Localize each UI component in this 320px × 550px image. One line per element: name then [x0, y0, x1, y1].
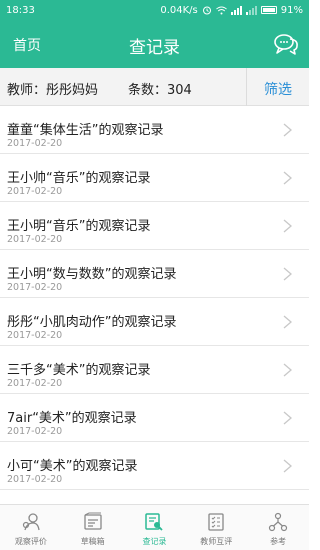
peer-review-icon	[208, 513, 224, 531]
list-item[interactable]: 王小帅“音乐”的观察记录 2017-02-20	[0, 154, 309, 202]
chevron-right-icon	[283, 411, 292, 425]
records-search-icon	[145, 513, 164, 531]
app-bar: 首页 查记录	[0, 20, 309, 68]
record-title: 7air“美术”的观察记录	[7, 411, 137, 426]
chevron-right-icon	[283, 459, 292, 473]
wifi-icon	[215, 6, 227, 14]
network-speed: 0.04K/s	[160, 4, 198, 16]
record-title: 小可“美术”的观察记录	[7, 459, 138, 474]
record-date: 2017-02-20	[7, 474, 63, 485]
battery-level: 91%	[280, 4, 303, 16]
record-date: 2017-02-20	[7, 330, 63, 341]
tab-reference[interactable]: 参考	[247, 505, 309, 550]
list-item[interactable]: 7air“美术”的观察记录 2017-02-20	[0, 394, 309, 442]
tab-label: 教师互评	[200, 537, 233, 546]
bottom-tab-bar: 观察评价 草稿箱 查记录 教师互评 参考	[0, 504, 309, 550]
record-date: 2017-02-20	[7, 282, 63, 293]
record-title: 王小明“数与数数”的观察记录	[7, 267, 177, 282]
tab-label: 查记录	[142, 537, 167, 546]
record-count: 条数：304	[128, 83, 192, 98]
teacher-label: 教师：彤彤妈妈	[7, 83, 99, 98]
tab-label: 观察评价	[14, 537, 47, 546]
record-list: 童童“集体生活”的观察记录 2017-02-20 王小帅“音乐”的观察记录 20…	[0, 106, 309, 504]
page-title: 查记录	[129, 38, 180, 58]
record-date: 2017-02-20	[7, 378, 63, 389]
chevron-right-icon	[283, 267, 292, 281]
tab-label: 参考	[270, 537, 287, 546]
record-title: 三千多“美术”的观察记录	[7, 363, 151, 378]
record-title: 王小帅“音乐”的观察记录	[7, 171, 151, 186]
list-item[interactable]: 彤彤“小肌肉动作”的观察记录 2017-02-20	[0, 298, 309, 346]
list-item[interactable]: 童童“集体生活”的观察记录 2017-02-20	[0, 106, 309, 154]
record-title: 童童“集体生活”的观察记录	[7, 123, 164, 138]
tab-peer-review[interactable]: 教师互评	[185, 505, 247, 550]
battery-icon	[260, 6, 277, 14]
filter-bar: 教师：彤彤妈妈 条数：304 筛选	[0, 68, 309, 106]
signal-2-icon	[245, 5, 257, 15]
chevron-right-icon	[283, 171, 292, 185]
record-title: 彤彤“小肌肉动作”的观察记录	[7, 315, 177, 330]
record-date: 2017-02-20	[7, 426, 63, 437]
tab-observe[interactable]: 观察评价	[0, 505, 62, 550]
status-right: 0.04K/s 91%	[160, 5, 303, 16]
record-date: 2017-02-20	[7, 138, 63, 149]
list-item[interactable]: 王小明“数与数数”的观察记录 2017-02-20	[0, 250, 309, 298]
record-title: 王小明“音乐”的观察记录	[7, 219, 151, 234]
signal-icon	[230, 5, 242, 15]
observe-icon	[22, 513, 40, 531]
chevron-right-icon	[283, 315, 292, 329]
chevron-right-icon	[283, 219, 292, 233]
drafts-icon	[84, 512, 102, 530]
list-item[interactable]: 三千多“美术”的观察记录 2017-02-20	[0, 346, 309, 394]
list-item[interactable]: 王小明“音乐”的观察记录 2017-02-20	[0, 202, 309, 250]
tab-records[interactable]: 查记录	[124, 505, 186, 550]
list-item[interactable]: 小可“美术”的观察记录 2017-02-20	[0, 442, 309, 490]
chevron-right-icon	[283, 123, 292, 137]
chevron-right-icon	[283, 363, 292, 377]
status-time: 18:33	[6, 4, 35, 16]
record-date: 2017-02-20	[7, 234, 63, 245]
record-date: 2017-02-20	[7, 186, 63, 197]
reference-icon	[268, 512, 288, 532]
chat-bubbles-icon[interactable]	[273, 32, 299, 56]
tab-drafts[interactable]: 草稿箱	[62, 505, 124, 550]
alarm-icon	[202, 6, 211, 15]
status-bar: 18:33 0.04K/s 91%	[0, 0, 309, 20]
filter-button[interactable]: 筛选	[247, 79, 309, 99]
tab-label: 草稿箱	[80, 537, 105, 546]
